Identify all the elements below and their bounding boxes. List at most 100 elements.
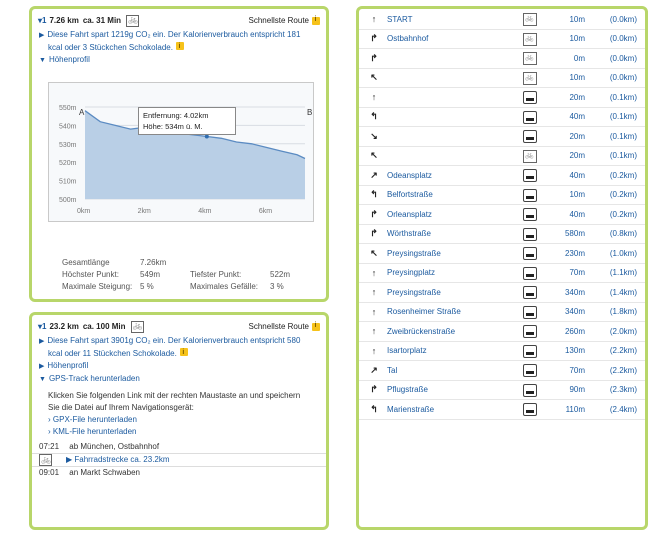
track-text[interactable]: ▶ Fahrradstrecke ca. 23.2km [66, 454, 170, 466]
segment-distance: 40m [569, 112, 585, 122]
co2-info[interactable]: ▶ Diese Fahrt spart 3901g CO₂ ein. Der Ka… [32, 335, 326, 348]
street-name[interactable]: Rosenheimer Straße [387, 307, 461, 316]
street-name[interactable]: Tal [387, 366, 397, 375]
direction-row[interactable]: ↑ Preysingplatz 70m (1.1km) [359, 264, 645, 283]
road-icon [523, 227, 537, 241]
street-name[interactable]: Zweibrückenstraße [387, 327, 455, 336]
cumulative-distance: (0.1km) [609, 151, 637, 161]
street-name[interactable]: Pflugstraße [387, 385, 428, 394]
direction-row[interactable]: ↑ 20m (0.1km) [359, 88, 645, 108]
direction-row[interactable]: ↱ Orleansplatz 40m (0.2km) [359, 205, 645, 225]
road-icon [523, 169, 537, 182]
cumulative-distance: (0.2km) [609, 190, 637, 200]
direction-row[interactable]: ↑ Rosenheimer Straße 340m (1.8km) [359, 303, 645, 322]
segment-distance: 10m [569, 14, 585, 24]
profile-toggle[interactable]: ▼ Höhenprofil [32, 54, 326, 67]
turn-arrow-icon: ↑ [371, 92, 377, 103]
turn-arrow-icon: ↰ [370, 403, 378, 414]
gps-toggle[interactable]: ▼ GPS-Track herunterladen [32, 373, 326, 386]
direction-row[interactable]: ↑ START 10m (0.0km) [359, 10, 645, 30]
direction-row[interactable]: ↖ Preysingstraße 230m (1.0km) [359, 244, 645, 264]
direction-row[interactable]: ↖ 20m (0.1km) [359, 147, 645, 166]
departure-text: ab München, Ostbahnhof [69, 442, 160, 451]
route-type: Schnellste Route [248, 322, 309, 331]
segment-distance: 340m [564, 287, 585, 297]
arrival-row: 09:01 an Markt Schwaben [32, 467, 326, 479]
triangle-right-icon: ▶ [39, 338, 45, 345]
segment-distance: 110m [565, 404, 585, 414]
street-name[interactable]: START [387, 15, 412, 24]
street-name[interactable]: Preysingstraße [387, 288, 441, 297]
elevation-chart[interactable]: 550m 540m 530m 520m 510m 500m 0km 2km 4km 6km A B E… [48, 82, 314, 222]
track-row[interactable]: ▶ Fahrradstrecke ca. 23.2km [32, 454, 326, 467]
arrival-text: an Markt Schwaben [69, 468, 140, 477]
departure-row: 07:21 ab München, Ostbahnhof [32, 441, 326, 454]
route-number[interactable]: ▾1 [38, 16, 46, 25]
turn-arrow-icon: ↰ [370, 189, 378, 200]
stat-label: Höchster Punkt: [62, 270, 119, 279]
turn-arrow-icon: ↑ [371, 287, 377, 298]
turn-arrow-icon: ↖ [370, 247, 378, 258]
info-icon[interactable] [312, 322, 320, 331]
info-icon[interactable] [179, 347, 188, 359]
segment-distance: 260m [564, 326, 585, 336]
info-icon[interactable] [312, 16, 320, 25]
profile-toggle[interactable]: ▶ Höhenprofil [32, 360, 326, 373]
cumulative-distance: (2.2km) [609, 346, 637, 356]
street-name[interactable]: Belfortstraße [387, 190, 433, 199]
gpx-link[interactable]: › GPX-File herunterladen [32, 414, 326, 426]
directions-list: ↑ START 10m (0.0km) ↱ Ostbahnhof 10m (0.0km) ↱ 0m… [359, 10, 645, 420]
direction-row[interactable]: ↱ Ostbahnhof 10m (0.0km) [359, 30, 645, 49]
route-number[interactable]: ▾1 [38, 322, 46, 331]
direction-row[interactable]: ↰ Belfortstraße 10m (0.2km) [359, 186, 645, 205]
kml-link[interactable]: › KML-File herunterladen [32, 426, 326, 438]
turn-arrow-icon: ↱ [370, 208, 378, 219]
cumulative-distance: (0.1km) [609, 112, 637, 122]
direction-row[interactable]: ↗ Tal 70m (2.2km) [359, 361, 645, 381]
route-distance: 23.2 km [49, 322, 79, 331]
street-name[interactable]: Preysingstraße [387, 249, 441, 258]
direction-row[interactable]: ↘ 20m (0.1km) [359, 127, 645, 147]
road-icon [523, 247, 537, 260]
direction-row[interactable]: ↱ 0m (0.0km) [359, 49, 645, 69]
stat-label: Tiefster Punkt: [190, 270, 242, 279]
direction-row[interactable]: ↖ 10m (0.0km) [359, 69, 645, 88]
direction-row[interactable]: ↑ Isartorplatz 130m (2.2km) [359, 342, 645, 361]
triangle-down-icon: ▼ [39, 376, 46, 383]
street-name[interactable]: Isartorplatz [387, 346, 427, 355]
direction-row[interactable]: ↰ Marienstraße 110m (2.4km) [359, 400, 645, 420]
street-name[interactable]: Orleansplatz [387, 210, 432, 219]
bike-path-icon [523, 149, 537, 163]
direction-row[interactable]: ↰ 40m (0.1km) [359, 108, 645, 127]
direction-row[interactable]: ↑ Zweibrückenstraße 260m (2.0km) [359, 322, 645, 342]
y-tick-label: 520m [59, 160, 77, 167]
cumulative-distance: (1.0km) [609, 248, 637, 258]
direction-row[interactable]: ↱ Pflugstraße 90m (2.3km) [359, 381, 645, 400]
bike-icon [126, 14, 140, 27]
co2-text: Diese Fahrt spart 1219g CO₂ ein. Der Kal… [47, 30, 301, 39]
route-panel-1: ▾1 7.26 km ca. 31 Min Schnellste Route ▶… [29, 6, 329, 302]
road-icon [523, 325, 537, 338]
direction-row[interactable]: ↗ Odeansplatz 40m (0.2km) [359, 166, 645, 186]
road-icon [523, 130, 537, 143]
departure-time: 07:21 [39, 442, 60, 451]
street-name[interactable]: Preysingplatz [387, 268, 435, 277]
street-name[interactable]: Ostbahnhof [387, 34, 428, 43]
turn-arrow-icon: ↱ [370, 384, 378, 395]
segment-distance: 10m [569, 73, 585, 83]
route-header[interactable]: ▾1 23.2 km ca. 100 Min Schnellste Route [32, 318, 326, 335]
street-name[interactable]: Marienstraße [387, 405, 434, 414]
road-icon [523, 383, 537, 397]
segment-distance: 10m [569, 34, 585, 44]
route-duration: ca. 100 Min [82, 322, 126, 331]
marker-b: B [307, 108, 312, 117]
route-header[interactable]: ▾1 7.26 km ca. 31 Min Schnellste Route [32, 12, 326, 29]
info-icon[interactable] [175, 41, 184, 53]
direction-row[interactable]: ↱ Wörthstraße 580m (0.8km) [359, 225, 645, 244]
street-name[interactable]: Wörthstraße [387, 229, 431, 238]
road-icon [523, 286, 537, 299]
turn-arrow-icon: ↑ [371, 14, 377, 25]
street-name[interactable]: Odeansplatz [387, 171, 432, 180]
direction-row[interactable]: ↑ Preysingstraße 340m (1.4km) [359, 283, 645, 303]
turn-arrow-icon: ↑ [371, 306, 377, 317]
